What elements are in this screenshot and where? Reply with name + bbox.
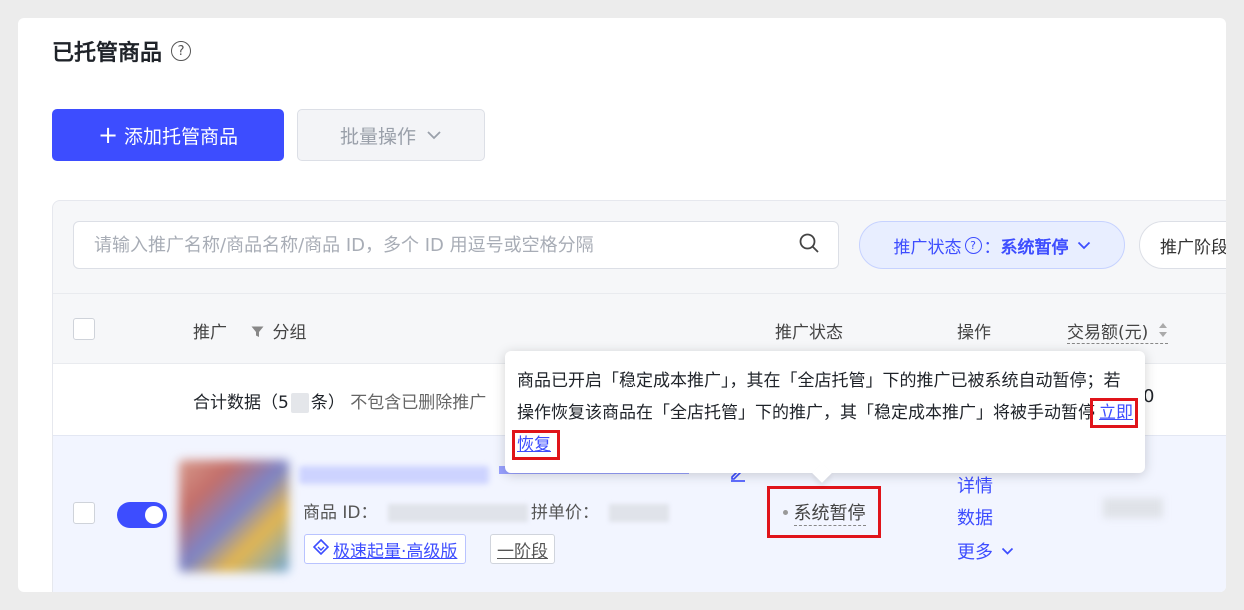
product-id-label: 商品 ID： [303, 503, 378, 523]
stage-tag-label: 一阶段 [497, 541, 548, 562]
plan-tag[interactable]: 极速起量·高级版 [304, 534, 467, 564]
stage-tag: 一阶段 [490, 534, 555, 564]
product-price: 拼单价： [531, 498, 669, 523]
detail-link[interactable]: 详情 [957, 472, 993, 498]
search-input[interactable] [92, 233, 798, 257]
blurred-count [290, 393, 309, 413]
chevron-down-icon [1077, 241, 1091, 250]
summary-label: 合计数据（5 条） 不包含已删除推广 [193, 388, 486, 413]
status-filter-label: 推广状态 [893, 237, 962, 258]
search-bar [73, 221, 839, 269]
help-icon[interactable]: ? [171, 41, 192, 61]
product-thumbnail [179, 460, 289, 572]
header-action: 操作 [957, 323, 991, 343]
promo-status-highlight[interactable]: 系统暂停 [767, 486, 881, 538]
product-id: 商品 ID： [303, 498, 528, 523]
more-label: 更多 [957, 542, 993, 563]
product-price-label: 拼单价： [531, 503, 599, 523]
page-title: 已托管商品 ? [52, 34, 192, 68]
summary-note: 不包含已删除推广 [350, 393, 487, 413]
header-promo: 推广 [193, 323, 227, 343]
stage-filter[interactable]: 推广阶段 [1139, 221, 1226, 269]
filter-icon [251, 326, 268, 342]
chevron-down-icon [426, 126, 442, 144]
plus-icon: + [97, 121, 119, 149]
header-group-label: 分组 [272, 323, 307, 343]
select-all-checkbox[interactable] [73, 318, 95, 340]
status-filter-colon: ： [983, 237, 1001, 258]
plan-tag-label: 极速起量·高级版 [333, 541, 458, 562]
status-dot [782, 509, 788, 515]
header-group[interactable]: 分组 [251, 318, 306, 343]
summary-prefix: 合计数据（5 [193, 393, 289, 413]
diamond-icon [312, 538, 330, 559]
add-button-label: 添加托管商品 [124, 125, 239, 148]
blurred-price [609, 504, 669, 522]
main-card: 已托管商品 ? + 添加托管商品 批量操作 推广状态 ? ： 系统暂停 [18, 18, 1226, 592]
header-amount[interactable]: 交易额(元) [1067, 318, 1168, 344]
search-icon[interactable] [798, 232, 820, 258]
blurred-amount [1103, 498, 1163, 518]
page-title-text: 已托管商品 [52, 41, 163, 66]
tooltip-text: 商品已开启「稳定成本推广」，其在「全店托管」下的推广已被系统自动暂停；若操作恢复… [517, 371, 1121, 423]
batch-button-label: 批量操作 [339, 125, 416, 148]
question-icon[interactable]: ? [964, 236, 982, 254]
status-tooltip: 商品已开启「稳定成本推广」，其在「全店托管」下的推广已被系统自动暂停；若操作恢复… [505, 351, 1145, 473]
blurred-product-name[interactable] [299, 466, 489, 484]
status-text: 系统暂停 [793, 499, 866, 526]
more-dropdown[interactable]: 更多 [957, 538, 1014, 564]
header-status: 推广状态 [775, 323, 843, 343]
row-checkbox[interactable] [73, 502, 95, 524]
status-filter[interactable]: 推广状态 ? ： 系统暂停 [859, 221, 1125, 269]
promo-toggle[interactable] [117, 502, 167, 528]
data-link[interactable]: 数据 [957, 504, 993, 530]
batch-operation-button[interactable]: 批量操作 [297, 109, 485, 161]
sort-icon[interactable] [1158, 323, 1168, 341]
chevron-down-icon [1001, 547, 1014, 556]
header-amount-label: 交易额(元) [1067, 323, 1149, 343]
add-managed-product-button[interactable]: + 添加托管商品 [52, 109, 284, 161]
stage-filter-label: 推广阶段 [1160, 237, 1226, 258]
status-filter-value: 系统暂停 [1000, 237, 1069, 258]
summary-suffix: 条） [310, 393, 345, 413]
blurred-product-id [387, 504, 528, 522]
